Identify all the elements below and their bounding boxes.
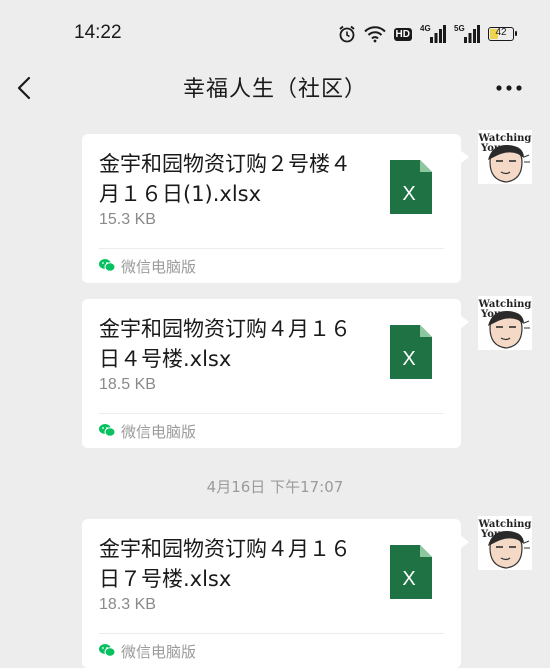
avatar[interactable]: Watching You: [478, 130, 532, 184]
source-label: 微信电脑版: [121, 642, 197, 661]
battery-icon: 42: [488, 27, 517, 41]
message-source: 微信电脑版: [99, 640, 196, 662]
battery-level: 42: [495, 27, 507, 38]
file-size: 15.3 KB: [99, 211, 156, 228]
excel-file-icon: X: [390, 325, 432, 379]
status-time: 14:22: [74, 22, 122, 43]
avatar[interactable]: Watching You: [478, 296, 532, 350]
ellipsis-icon[interactable]: [494, 76, 524, 100]
source-label: 微信电脑版: [121, 257, 197, 276]
excel-icon-letter: X: [402, 183, 415, 205]
file-message-bubble[interactable]: 金宇和园物资订购４月１６日７号楼.xlsx 18.3 KB X 微信电脑版: [82, 519, 469, 668]
divider: [99, 633, 444, 634]
file-name: 金宇和园物资订购２号楼４月１６日(1).xlsx: [99, 152, 351, 206]
chat-header: 幸福人生（社区）: [0, 64, 550, 114]
alarm-icon: [338, 25, 356, 43]
divider: [99, 413, 444, 414]
hd-voice-icon: HD: [393, 27, 412, 41]
status-bar: 14:22 HD 4G 5G 42: [0, 0, 550, 64]
excel-icon-letter: X: [402, 348, 415, 370]
file-message-bubble[interactable]: 金宇和园物资订购４月１６日４号楼.xlsx 18.5 KB X 微信电脑版: [82, 299, 469, 448]
file-size: 18.3 KB: [99, 596, 156, 613]
file-name: 金宇和园物资订购４月１６日４号楼.xlsx: [99, 317, 351, 371]
source-label: 微信电脑版: [121, 422, 197, 441]
wechat-icon: [99, 257, 116, 276]
wechat-icon: [99, 642, 116, 661]
avatar[interactable]: Watching You: [478, 516, 532, 570]
chat-title: 幸福人生（社区）: [182, 77, 367, 102]
divider: [99, 248, 444, 249]
excel-file-icon: X: [390, 545, 432, 599]
wifi-icon: [363, 25, 386, 43]
excel-file-icon: X: [390, 160, 432, 214]
wechat-icon: [99, 422, 116, 441]
date-separator: 4月16日 下午17:07: [206, 478, 344, 496]
status-icons: HD 4G 5G 42: [338, 23, 517, 45]
excel-icon-letter: X: [402, 568, 415, 590]
file-name: 金宇和园物资订购４月１６日７号楼.xlsx: [99, 537, 351, 591]
signal-4g-icon: 4G: [420, 24, 446, 43]
file-message-bubble[interactable]: 金宇和园物资订购２号楼４月１６日(1).xlsx 15.3 KB X 微信电脑版: [82, 134, 469, 283]
file-size: 18.5 KB: [99, 376, 156, 393]
message-source: 微信电脑版: [99, 255, 196, 277]
signal-5g-icon: 5G: [454, 24, 480, 43]
message-source: 微信电脑版: [99, 420, 196, 442]
